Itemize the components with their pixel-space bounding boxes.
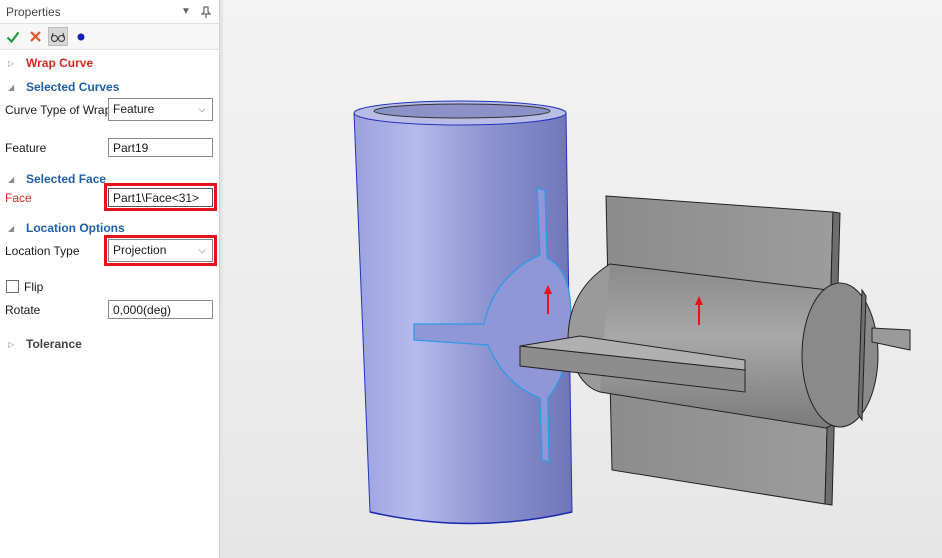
flip-checkbox[interactable] <box>6 280 19 293</box>
feature-field[interactable]: Part19 <box>108 138 213 157</box>
collapse-icon: ◢ <box>8 174 15 184</box>
chevron-down-icon: ⌵ <box>198 245 206 255</box>
curve-type-value: Feature <box>113 102 155 116</box>
rotate-field[interactable]: 0,000(deg) <box>108 300 213 319</box>
section-tolerance[interactable]: ▷ Tolerance <box>0 335 219 353</box>
panel-titlebar: Properties ▼ <box>0 0 219 24</box>
cancel-button[interactable] <box>26 28 44 46</box>
chevron-down-icon: ⌵ <box>198 104 206 114</box>
option-button[interactable] <box>72 28 90 46</box>
face-label: Face <box>5 191 32 205</box>
section-title: Tolerance <box>26 337 82 351</box>
glasses-icon <box>51 32 65 42</box>
section-wrap-curve[interactable]: ▷ Wrap Curve <box>0 54 219 72</box>
checkmark-icon <box>6 31 20 43</box>
section-selected-curves[interactable]: ◢ Selected Curves <box>0 78 219 96</box>
3d-viewport[interactable] <box>223 0 942 558</box>
flip-label: Flip <box>24 280 44 294</box>
cross-icon <box>29 31 41 42</box>
rotate-label: Rotate <box>5 303 41 317</box>
pin-icon[interactable] <box>199 5 213 19</box>
3d-scene <box>353 100 911 525</box>
expand-icon: ▷ <box>8 339 15 349</box>
curve-type-select[interactable]: Feature ⌵ <box>108 98 213 121</box>
face-field[interactable]: Part1\Face<31> <box>108 188 213 207</box>
ok-button[interactable] <box>4 28 22 46</box>
section-title: Wrap Curve <box>26 56 94 70</box>
feature-label: Feature <box>5 141 47 155</box>
expand-icon: ▷ <box>8 58 15 68</box>
gray-part[interactable] <box>519 195 911 506</box>
section-title: Location Options <box>26 221 125 235</box>
dot-icon <box>77 33 85 40</box>
section-title: Selected Face <box>26 172 107 186</box>
panel-toolbar <box>0 24 219 50</box>
location-type-label: Location Type <box>5 244 80 258</box>
location-type-value: Projection <box>113 243 167 257</box>
collapse-icon: ◢ <box>8 82 15 92</box>
properties-panel: Properties ▼ ▷ Wrap Curve ◢ Selected Cur… <box>0 0 219 558</box>
curve-type-label: Curve Type of Wrap <box>5 103 112 117</box>
panel-title: Properties <box>6 4 61 19</box>
section-title: Selected Curves <box>26 80 120 94</box>
dropdown-arrow-icon[interactable]: ▼ <box>179 5 193 19</box>
collapse-icon: ◢ <box>8 223 15 233</box>
preview-button[interactable] <box>48 27 68 46</box>
location-type-select[interactable]: Projection ⌵ <box>108 239 213 262</box>
